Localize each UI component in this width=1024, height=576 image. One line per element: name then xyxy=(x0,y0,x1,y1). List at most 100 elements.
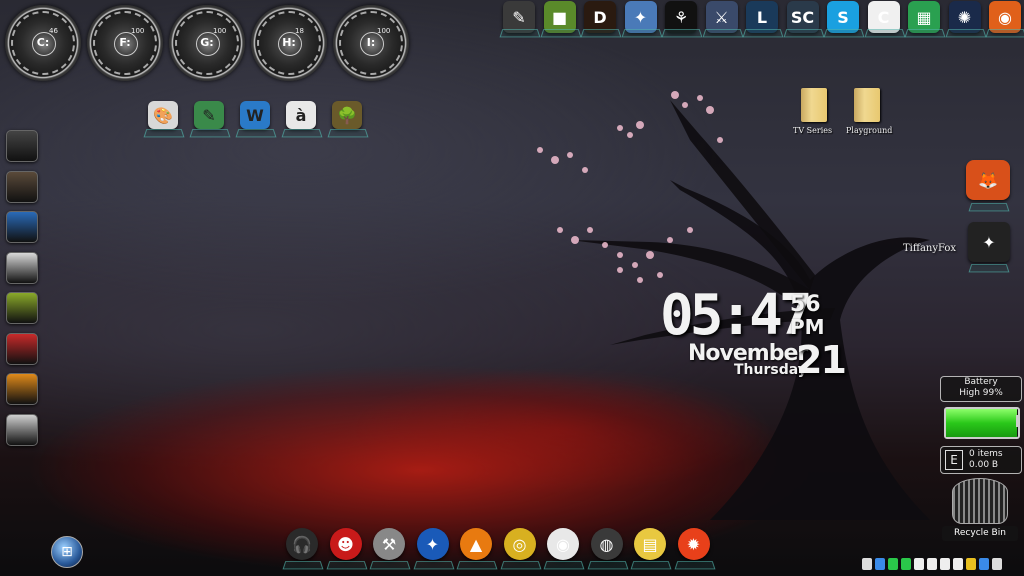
drive-gauge[interactable]: C: 46 xyxy=(5,5,81,81)
icon-pad xyxy=(674,561,715,570)
stack-icon[interactable]: ▤ xyxy=(634,528,666,560)
recycle-items: 0 items xyxy=(969,449,1003,459)
starcraft-icon-glyph: SC xyxy=(790,7,815,27)
icon-pad xyxy=(823,29,865,38)
eye-icon-glyph: ◉ xyxy=(556,534,570,554)
recycle-size: 0.00 B xyxy=(969,460,999,470)
icon-pad xyxy=(661,29,703,38)
tray-icon[interactable] xyxy=(888,558,898,570)
drive-gauge[interactable]: H: 18 xyxy=(251,5,327,81)
thunderbird-icon-glyph: ✦ xyxy=(425,534,440,554)
drive-percent: 100 xyxy=(213,27,227,35)
icon-pad xyxy=(282,561,324,570)
recycle-bin-icon[interactable] xyxy=(952,478,1008,524)
dock-icon-6[interactable] xyxy=(6,332,38,365)
tree-icon[interactable]: 🌳 xyxy=(332,101,362,129)
icon-pad xyxy=(742,29,784,38)
disc-icon-glyph: ◎ xyxy=(512,534,527,554)
warcraft-icon-glyph: ⚔ xyxy=(714,7,729,27)
word-icon[interactable]: W xyxy=(240,101,270,129)
battery-widget: Battery High 99% xyxy=(940,376,1022,402)
dock-icon-7[interactable] xyxy=(6,373,38,405)
icon-pad xyxy=(540,29,581,38)
drive-letter: C: xyxy=(36,36,50,49)
tray-icon[interactable] xyxy=(966,558,976,570)
drive-letter: H: xyxy=(282,36,296,49)
icon-pad xyxy=(369,561,411,570)
tray-icon[interactable] xyxy=(979,558,989,570)
icon-pad xyxy=(456,561,498,570)
battery-title: Battery xyxy=(964,377,998,387)
tools-icon[interactable]: ⚒ xyxy=(373,528,405,560)
headphones-icon-glyph: 🎧 xyxy=(292,534,312,554)
diablo-icon-glyph: D xyxy=(593,7,607,27)
icon-pad xyxy=(621,29,662,38)
paint-icon[interactable]: 🎨 xyxy=(148,101,178,129)
crescent-icon-glyph: C xyxy=(877,7,890,27)
dock-icon-4[interactable] xyxy=(6,251,38,284)
icon-pad xyxy=(783,29,824,38)
drive-percent: 100 xyxy=(377,27,391,35)
hearthstone-icon-glyph: ✦ xyxy=(633,7,648,27)
tray-icon[interactable] xyxy=(862,558,872,570)
icon-pad xyxy=(281,129,323,138)
disc-icon[interactable]: ◎ xyxy=(503,528,536,560)
notes-icon-glyph: ✎ xyxy=(202,105,216,125)
red-panda-icon[interactable]: 🦊 xyxy=(966,160,1010,200)
recycle-drive: E xyxy=(945,450,963,470)
skype-icon-glyph: S xyxy=(837,7,849,27)
battlenet-icon-glyph: ✺ xyxy=(957,7,972,27)
drive-gauge[interactable]: F: 100 xyxy=(87,5,163,81)
folder-icon[interactable] xyxy=(854,88,880,122)
robot-icon[interactable]: ☻ xyxy=(329,528,362,560)
fire-icon[interactable]: ✹ xyxy=(677,528,710,560)
tray-icon[interactable] xyxy=(940,558,950,570)
thunderbird-icon[interactable]: ✦ xyxy=(416,528,449,560)
clock-time: 05:47 xyxy=(660,283,813,348)
tray-icon[interactable] xyxy=(875,558,885,570)
folder-icon[interactable] xyxy=(801,88,827,122)
tree-icon-glyph: 🌳 xyxy=(337,105,357,125)
tray-icon[interactable] xyxy=(953,558,963,570)
icon-pad xyxy=(413,561,454,570)
icon-pad xyxy=(235,129,277,138)
icon-pad xyxy=(500,561,541,570)
folder-label[interactable]: Playground xyxy=(846,126,892,135)
recycle-widget[interactable]: E 0 items 0.00 B xyxy=(940,446,1022,474)
icon-pad xyxy=(580,29,622,38)
desktop-label-tiffanyfox[interactable]: TiffanyFox xyxy=(903,243,956,254)
dock-icon-5[interactable] xyxy=(6,292,38,324)
dock-icon-2[interactable] xyxy=(6,170,38,203)
word-icon-glyph: W xyxy=(246,105,264,125)
tray-icon[interactable] xyxy=(914,558,924,570)
drive-gauge[interactable]: I: 100 xyxy=(333,5,409,81)
folder-label[interactable]: TV Series xyxy=(793,126,832,135)
tray-icon[interactable] xyxy=(992,558,1002,570)
battery-status: High 99% xyxy=(959,388,1003,398)
editor-icon-glyph: ✎ xyxy=(512,7,526,27)
start-button[interactable]: ⊞ xyxy=(51,536,83,568)
icon-pad xyxy=(189,129,231,138)
icon-pad xyxy=(543,561,585,570)
eye-icon[interactable]: ◉ xyxy=(547,528,579,560)
dock-icon-1[interactable] xyxy=(6,130,38,162)
windows-icon: ⊞ xyxy=(61,544,73,560)
drive-gauge[interactable]: G: 100 xyxy=(169,5,245,81)
vlc-icon[interactable]: ▲ xyxy=(460,528,492,560)
bluestacks-icon-glyph: ▦ xyxy=(916,7,932,27)
dock-icon-3[interactable] xyxy=(6,211,38,243)
tray-icon[interactable] xyxy=(927,558,937,570)
keyboard-icon[interactable]: à xyxy=(286,101,316,129)
icon-pad xyxy=(985,29,1024,38)
camera-icon-glyph: ◍ xyxy=(599,534,614,554)
camera-icon[interactable]: ◍ xyxy=(590,528,623,560)
tray-icon[interactable] xyxy=(901,558,911,570)
razer-icon-glyph: ⚘ xyxy=(673,7,689,27)
dock-icon-8[interactable] xyxy=(6,413,38,446)
icon-pad xyxy=(143,129,185,138)
icon-pad xyxy=(630,561,672,570)
notes-icon[interactable]: ✎ xyxy=(194,101,224,129)
recycle-bin-label[interactable]: Recycle Bin xyxy=(942,526,1018,541)
headphones-icon[interactable]: 🎧 xyxy=(286,528,318,560)
butterfly-icon[interactable]: ✦ xyxy=(968,222,1010,262)
